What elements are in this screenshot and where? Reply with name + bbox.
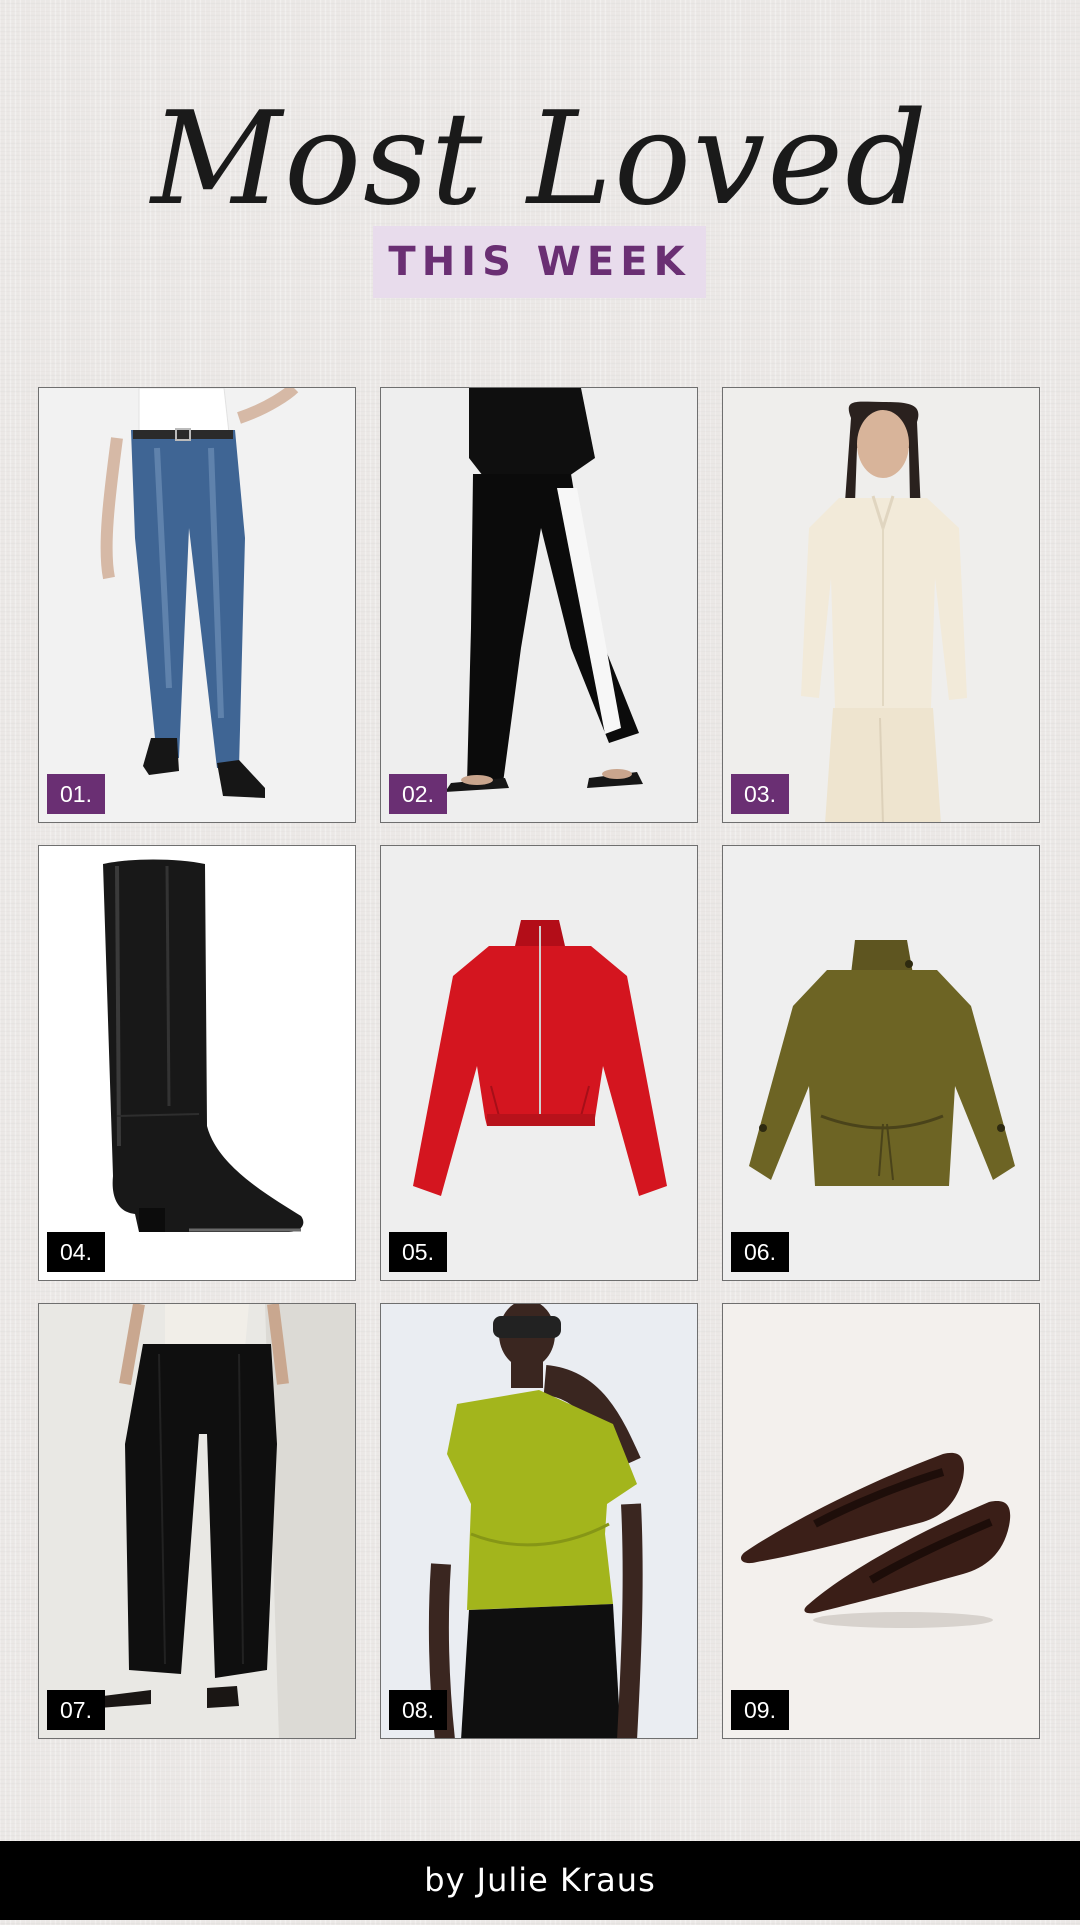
item-number-badge: 07. — [47, 1690, 105, 1730]
product-card-02[interactable]: 02. — [380, 387, 698, 823]
cream-satin-shirt-image — [723, 388, 1039, 822]
item-number-badge: 08. — [389, 1690, 447, 1730]
product-card-01[interactable]: 01. — [38, 387, 356, 823]
item-number-badge: 01. — [47, 774, 105, 814]
product-card-06[interactable]: 06. — [722, 845, 1040, 1281]
item-number-badge: 05. — [389, 1232, 447, 1272]
item-number-badge: 02. — [389, 774, 447, 814]
author-byline: by Julie Kraus — [424, 1861, 656, 1899]
product-card-07[interactable]: 07. — [38, 1303, 356, 1739]
product-card-08[interactable]: 08. — [380, 1303, 698, 1739]
item-number-badge: 03. — [731, 774, 789, 814]
black-barrel-trousers-image — [39, 1304, 355, 1738]
footer: by Julie Kraus — [0, 1841, 1080, 1920]
item-number-badge: 09. — [731, 1690, 789, 1730]
black-knee-high-boot-image — [39, 846, 355, 1280]
item-number-badge: 06. — [731, 1232, 789, 1272]
straight-leg-blue-jeans-image — [39, 388, 355, 822]
red-zip-jacket-image — [381, 846, 697, 1280]
header: Most Loved THIS WEEK — [0, 80, 1080, 310]
chartreuse-one-shoulder-top-image — [381, 1304, 697, 1738]
product-card-03[interactable]: 03. — [722, 387, 1040, 823]
product-card-09[interactable]: 09. — [722, 1303, 1040, 1739]
page-title: Most Loved — [151, 85, 929, 234]
olive-funnel-neck-jacket-image — [723, 846, 1039, 1280]
page-subtitle: THIS WEEK — [388, 239, 691, 285]
product-card-04[interactable]: 04. — [38, 845, 356, 1281]
product-card-05[interactable]: 05. — [380, 845, 698, 1281]
brown-suede-flats-image — [723, 1304, 1039, 1738]
black-track-pants-white-stripe-image — [381, 388, 697, 822]
item-number-badge: 04. — [47, 1232, 105, 1272]
subtitle-band: THIS WEEK — [373, 226, 706, 298]
